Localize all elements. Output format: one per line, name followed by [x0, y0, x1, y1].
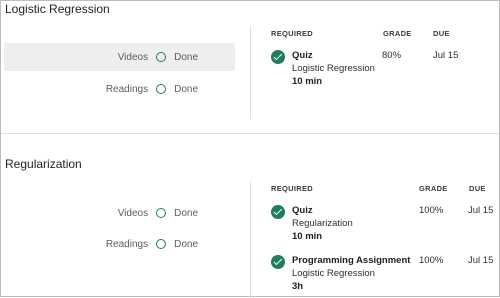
header-required: REQUIRED — [271, 29, 313, 38]
row-label: Videos — [117, 207, 149, 219]
item-duration: 10 min — [292, 231, 323, 242]
item-title[interactable]: Quiz — [292, 50, 313, 61]
item-duration: 3h — [292, 281, 304, 292]
row-status: Done — [174, 51, 198, 63]
module-row-readings[interactable]: Readings Done — [4, 230, 235, 258]
check-circle-icon — [271, 205, 285, 219]
row-status: Done — [174, 207, 198, 219]
check-circle-icon — [271, 50, 285, 64]
item-grade: 100% — [419, 255, 444, 266]
module-title: Logistic Regression — [5, 2, 110, 16]
module-row-readings[interactable]: Readings Done — [4, 75, 235, 103]
item-due: Jul 15 — [468, 205, 494, 216]
header-due: DUE — [469, 184, 486, 193]
column-divider — [250, 26, 251, 119]
check-circle-icon — [271, 255, 285, 269]
row-label: Videos — [117, 51, 149, 63]
item-duration: 10 min — [292, 76, 323, 87]
item-title[interactable]: Programming Assignment — [292, 255, 410, 266]
item-subtitle: Logistic Regression — [292, 268, 375, 279]
item-grade: 100% — [419, 205, 444, 216]
module-row-videos[interactable]: Videos Done — [4, 199, 235, 227]
row-status: Done — [174, 83, 198, 95]
row-label: Readings — [105, 83, 149, 95]
item-title[interactable]: Quiz — [292, 205, 313, 216]
status-circle-icon — [156, 84, 167, 94]
module-divider — [1, 133, 499, 134]
item-due: Jul 15 — [468, 255, 494, 266]
header-grade: GRADE — [419, 184, 448, 193]
column-divider — [250, 181, 251, 298]
item-grade: 80% — [382, 50, 402, 61]
status-circle-icon — [156, 239, 167, 249]
header-due: DUE — [433, 29, 450, 38]
row-label: Readings — [105, 238, 149, 250]
row-status: Done — [174, 238, 198, 250]
assignment-item[interactable]: Quiz Regularization 10 min 100% Jul 15 — [271, 205, 495, 245]
assignment-item[interactable]: Programming Assignment Logistic Regressi… — [271, 255, 495, 295]
status-circle-icon — [156, 52, 167, 62]
item-due: Jul 15 — [433, 50, 459, 61]
module-row-videos[interactable]: Videos Done — [4, 43, 235, 71]
header-required: REQUIRED — [271, 184, 313, 193]
status-circle-icon — [156, 208, 167, 218]
header-grade: GRADE — [383, 29, 412, 38]
item-subtitle: Logistic Regression — [292, 63, 375, 74]
assignment-item[interactable]: Quiz Logistic Regression 10 min 80% Jul … — [271, 50, 495, 90]
module-title: Regularization — [5, 157, 82, 171]
item-subtitle: Regularization — [292, 218, 353, 229]
